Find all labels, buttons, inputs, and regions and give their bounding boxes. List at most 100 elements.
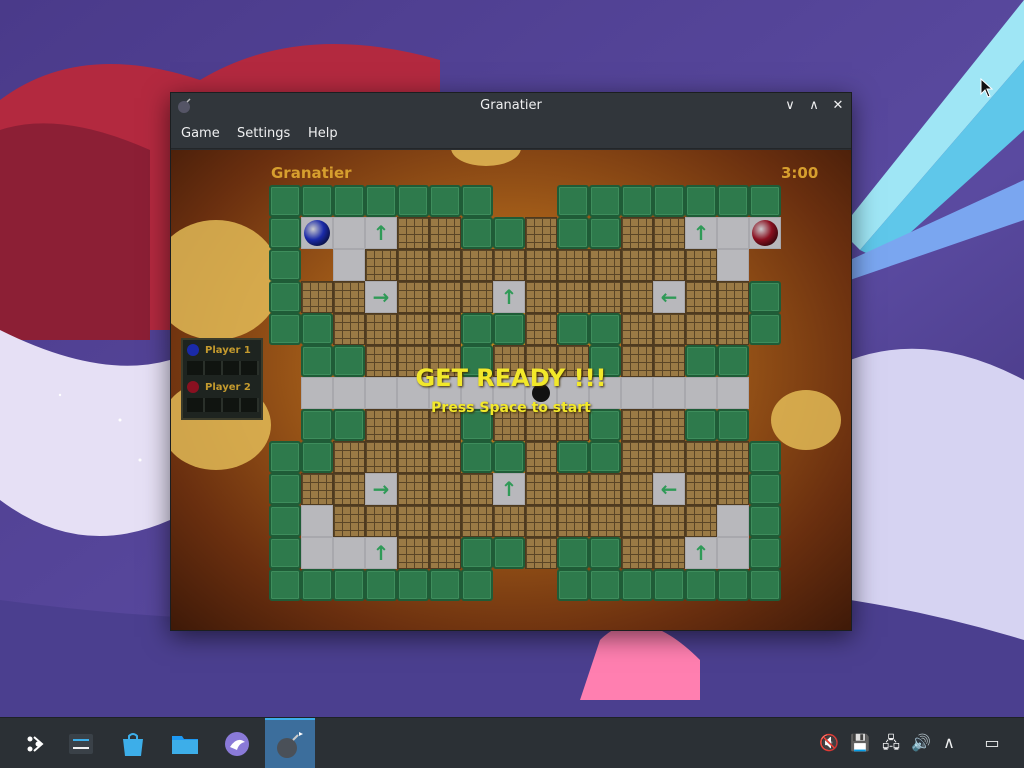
taskbar-item-files[interactable] [160,718,210,768]
arrow-tile: ← [653,281,685,313]
brick-tile [717,441,749,473]
wall-tile [461,217,493,249]
arrow-tile: ↑ [365,217,397,249]
wall-tile [685,185,717,217]
wall-tile [365,569,397,601]
wall-tile [269,249,301,281]
wall-tile [557,313,589,345]
taskbar-item-granatier[interactable] [265,718,315,768]
wall-tile [461,569,493,601]
brick-tile [653,313,685,345]
mute-icon[interactable]: 🔇 [818,732,840,754]
brick-tile [653,505,685,537]
wall-tile [557,569,589,601]
brick-tile [717,281,749,313]
wall-tile [269,281,301,313]
brick-tile [685,281,717,313]
brick-tile [685,313,717,345]
arrow-tile: ← [653,473,685,505]
brick-tile [365,249,397,281]
network-icon[interactable]: 🖧 [880,732,902,754]
wall-tile [749,281,781,313]
bomb-icon [277,731,303,758]
menu-help[interactable]: Help [308,126,338,141]
brick-tile [461,505,493,537]
brick-tile [685,505,717,537]
arrow-tile: → [365,281,397,313]
ground-tile [717,217,749,249]
volume-icon[interactable]: 🔊 [910,732,932,754]
brick-tile [621,537,653,569]
wall-tile [461,185,493,217]
taskbar-item-settings[interactable] [56,718,106,768]
wall-tile [429,569,461,601]
wall-tile [653,185,685,217]
brick-tile [429,505,461,537]
wall-tile [557,185,589,217]
menu-game[interactable]: Game [181,126,220,141]
save-icon[interactable]: 💾 [849,732,871,754]
scoreboard-row-player-1: Player 1 [187,344,251,356]
wall-tile [397,569,429,601]
wall-tile [749,537,781,569]
brick-tile [429,473,461,505]
taskbar-item-browser[interactable] [212,718,262,768]
title-bar[interactable]: Granatier ∨ ∧ ✕ [171,93,851,119]
wall-tile [589,185,621,217]
wall-tile [749,473,781,505]
maximize-button[interactable]: ∧ [805,97,823,115]
background-cloud [451,150,521,166]
taskbar-item-launcher[interactable] [10,718,60,768]
wall-tile [269,505,301,537]
brick-tile [525,249,557,281]
wall-tile [269,537,301,569]
wall-tile [749,569,781,601]
brick-tile [493,505,525,537]
brick-tile [301,281,333,313]
brick-tile [685,473,717,505]
brick-tile [557,505,589,537]
wall-tile [429,185,461,217]
show-desktop-icon[interactable]: ▭ [981,732,1003,754]
expand-tray-icon[interactable]: ∧ [938,732,960,754]
brick-tile [525,441,557,473]
brick-tile [333,281,365,313]
brick-tile [557,473,589,505]
brick-tile [365,505,397,537]
brick-tile [621,505,653,537]
minimize-button[interactable]: ∨ [781,97,799,115]
brick-tile [461,473,493,505]
brick-tile [557,281,589,313]
brick-tile [429,281,461,313]
brick-tile [685,249,717,281]
settings-icon [69,733,93,754]
wall-tile [717,185,749,217]
wall-tile [301,569,333,601]
ground-tile [717,249,749,281]
ground-tile [333,249,365,281]
brick-tile [365,441,397,473]
brick-tile [621,473,653,505]
ground-tile [333,537,365,569]
ground-tile [717,537,749,569]
wall-tile [269,569,301,601]
wall-tile [365,185,397,217]
taskbar-item-discover[interactable] [108,718,158,768]
brick-tile [621,249,653,281]
game-canvas[interactable]: Granatier 3:00 ↑ ↑ → ↑ ← → ↑ ← ↑ ↑ Player 1 Playe… [171,150,851,630]
brick-tile [685,441,717,473]
wall-tile [269,313,301,345]
brick-tile [429,249,461,281]
brick-tile [653,249,685,281]
menu-settings[interactable]: Settings [237,126,290,141]
brick-tile [621,441,653,473]
brick-tile [621,313,653,345]
wall-tile [589,569,621,601]
brick-tile [397,249,429,281]
wall-tile [589,217,621,249]
brick-tile [333,473,365,505]
close-button[interactable]: ✕ [829,97,847,115]
arena-title: Granatier [271,164,352,182]
player-1-label: Player 1 [205,345,251,356]
brick-tile [621,217,653,249]
